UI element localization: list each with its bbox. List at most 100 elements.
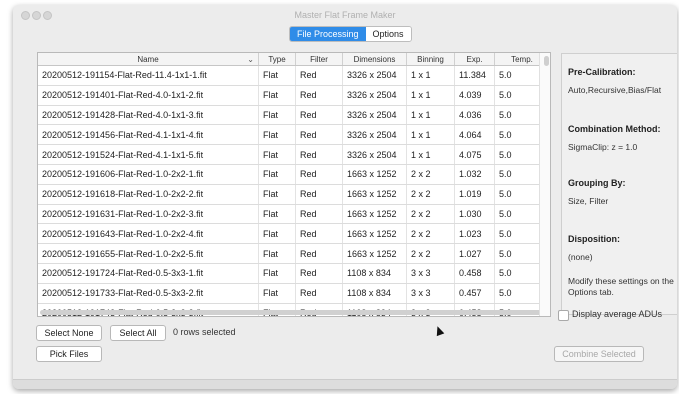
table-row[interactable]: 20200512-191618-Flat-Red-1.0-2x2-2.fit Fl… [38,184,550,205]
cell-binning: 1 x 1 [407,85,455,105]
cell-binning: 3 x 3 [407,283,455,303]
table-row[interactable]: 20200512-191428-Flat-Red-4.0-1x1-3.fit Fl… [38,105,550,126]
table-row[interactable]: 20200512-191655-Flat-Red-1.0-2x2-5.fit Fl… [38,244,550,264]
cell-exposure: 0.457 [455,283,495,303]
disposition-value: (none) [568,252,593,262]
select-none-button[interactable]: Select None [36,325,102,341]
column-header-exposure[interactable]: Exp. [455,53,495,65]
table-row[interactable]: 20200512-191456-Flat-Red-4.1-1x1-4.fit Fl… [38,125,550,146]
cell-dimensions: 1663 x 1252 [343,244,407,263]
options-note: Modify these settings on the Options tab… [568,276,674,297]
cell-exposure: 1.032 [455,164,495,184]
vertical-scrollbar[interactable] [539,53,550,316]
cell-binning: 3 x 3 [407,263,455,283]
cell-name: 20200512-191643-Flat-Red-1.0-2x2-4.fit [38,224,259,244]
precalibration-heading: Pre-Calibration: [568,67,636,77]
cell-dimensions: 3326 x 2504 [343,145,407,164]
cell-dimensions: 3326 x 2504 [343,105,407,125]
cell-filter: Red [296,224,343,244]
minimize-window-button[interactable] [32,11,41,20]
table-row[interactable]: 20200512-191401-Flat-Red-4.0-1x1-2.fit Fl… [38,85,550,106]
table-body: 20200512-191154-Flat-Red-11.4-1x1-1.fit F… [38,66,550,316]
cell-dimensions: 3326 x 2504 [343,85,407,105]
cell-dimensions: 1663 x 1252 [343,184,407,204]
app-window: Master Flat Frame Maker File Processing … [13,5,677,389]
cell-name: 20200512-191606-Flat-Red-1.0-2x2-1.fit [38,164,259,184]
cell-exposure: 4.064 [455,125,495,145]
cell-exposure: 4.039 [455,85,495,105]
cell-binning: 1 x 1 [407,66,455,85]
display-adu-checkbox[interactable] [558,310,569,321]
cell-binning: 2 x 2 [407,204,455,224]
table-row[interactable]: 20200512-191733-Flat-Red-0.5-3x3-2.fit Fl… [38,283,550,304]
rows-selected-status: 0 rows selected [173,327,236,337]
cell-type: Flat [259,145,296,164]
column-header-dimensions[interactable]: Dimensions [343,53,407,65]
cell-exposure: 1.019 [455,184,495,204]
cell-exposure: 1.030 [455,204,495,224]
cell-name: 20200512-191401-Flat-Red-4.0-1x1-2.fit [38,85,259,105]
cell-type: Flat [259,164,296,184]
tab-file-processing[interactable]: File Processing [290,27,366,41]
cell-exposure: 4.075 [455,145,495,164]
cell-name: 20200512-191733-Flat-Red-0.5-3x3-2.fit [38,283,259,303]
cell-type: Flat [259,263,296,283]
cell-dimensions: 1663 x 1252 [343,164,407,184]
window-bottom-bar [13,379,677,389]
column-header-binning[interactable]: Binning [407,53,455,65]
cell-filter: Red [296,125,343,145]
precalibration-value: Auto,Recursive,Bias/Flat [568,85,662,95]
table-row[interactable]: 20200512-191643-Flat-Red-1.0-2x2-4.fit Fl… [38,224,550,245]
combination-heading: Combination Method: [568,124,661,134]
cell-exposure: 1.023 [455,224,495,244]
cell-name: 20200512-191154-Flat-Red-11.4-1x1-1.fit [38,66,259,85]
cell-filter: Red [296,105,343,125]
cell-dimensions: 1108 x 834 [343,283,407,303]
table-row[interactable]: 20200512-191724-Flat-Red-0.5-3x3-1.fit Fl… [38,263,550,284]
cell-type: Flat [259,85,296,105]
column-header-filter[interactable]: Filter [296,53,343,65]
cell-name: 20200512-191631-Flat-Red-1.0-2x2-3.fit [38,204,259,224]
cell-type: Flat [259,105,296,125]
table-header: Name ⌄ Type Filter Dimensions Binning Ex… [38,53,550,66]
cell-binning: 1 x 1 [407,125,455,145]
cell-filter: Red [296,184,343,204]
select-all-button[interactable]: Select All [110,325,166,341]
cell-exposure: 1.027 [455,244,495,263]
table-row[interactable]: 20200512-191524-Flat-Red-4.1-1x1-5.fit Fl… [38,145,550,165]
cell-name: 20200512-191524-Flat-Red-4.1-1x1-5.fit [38,145,259,164]
display-adu-label[interactable]: Display average ADUs [572,309,662,319]
table-row[interactable]: 20200512-191154-Flat-Red-11.4-1x1-1.fit F… [38,66,550,86]
table-row[interactable]: 20200512-191631-Flat-Red-1.0-2x2-3.fit Fl… [38,204,550,225]
cell-filter: Red [296,164,343,184]
tab-bar: File Processing Options [289,26,412,42]
close-window-button[interactable] [21,11,30,20]
cell-filter: Red [296,244,343,263]
chevron-down-icon[interactable]: ⌄ [247,55,254,64]
cell-binning: 2 x 2 [407,224,455,244]
grouping-value: Size, Filter [568,196,609,206]
cell-type: Flat [259,224,296,244]
column-header-type[interactable]: Type [259,53,296,65]
combine-selected-button[interactable]: Combine Selected [554,346,644,362]
window-title: Master Flat Frame Maker [294,10,396,20]
title-bar: Master Flat Frame Maker [13,5,677,25]
combination-value: SigmaClip: z = 1.0 [568,142,638,152]
cell-binning: 2 x 2 [407,164,455,184]
cell-filter: Red [296,66,343,85]
pick-files-button[interactable]: Pick Files [36,346,102,362]
cell-exposure: 11.384 [455,66,495,85]
table-row[interactable]: 20200512-191606-Flat-Red-1.0-2x2-1.fit Fl… [38,164,550,185]
cell-type: Flat [259,283,296,303]
cell-type: Flat [259,184,296,204]
horizontal-scrollbar[interactable] [40,310,545,315]
column-header-name[interactable]: Name ⌄ [38,53,259,65]
grouping-heading: Grouping By: [568,178,626,188]
tab-options[interactable]: Options [365,27,411,41]
cell-dimensions: 3326 x 2504 [343,66,407,85]
cell-binning: 2 x 2 [407,184,455,204]
cell-filter: Red [296,85,343,105]
files-table[interactable]: Name ⌄ Type Filter Dimensions Binning Ex… [37,52,551,317]
vertical-scroll-thumb[interactable] [544,56,549,66]
zoom-window-button[interactable] [43,11,52,20]
